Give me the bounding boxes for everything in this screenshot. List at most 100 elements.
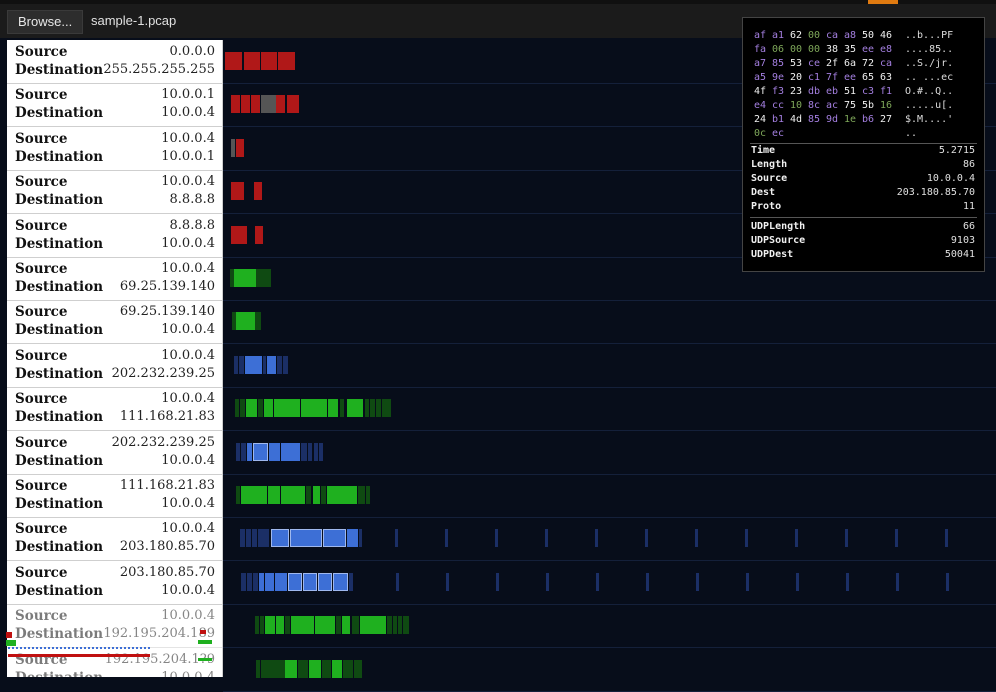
packet-block[interactable] xyxy=(254,182,262,200)
packet-block[interactable] xyxy=(896,573,899,591)
packet-block[interactable] xyxy=(354,660,362,678)
packet-block[interactable] xyxy=(239,182,244,200)
packet-block[interactable] xyxy=(546,573,549,591)
packet-block[interactable] xyxy=(398,616,402,634)
packet-block[interactable] xyxy=(322,660,331,678)
packet-block[interactable] xyxy=(291,443,300,461)
packet-block[interactable] xyxy=(245,356,253,374)
packet-block[interactable] xyxy=(275,573,287,591)
packet-block[interactable] xyxy=(276,95,285,113)
packet-block[interactable] xyxy=(945,529,948,547)
conversation-row[interactable]: Source 10.0.0.4 Destination 69.25.139.140 xyxy=(7,257,222,301)
conversation-row[interactable]: Source 10.0.0.4 Destination 203.180.85.70 xyxy=(7,517,222,561)
packet-block[interactable] xyxy=(269,443,280,461)
packet-block[interactable] xyxy=(333,573,348,591)
packet-block[interactable] xyxy=(303,573,317,591)
packet-block[interactable] xyxy=(495,529,498,547)
packet-block[interactable] xyxy=(259,573,264,591)
packet-block[interactable] xyxy=(231,95,240,113)
packet-block[interactable] xyxy=(365,399,369,417)
packet-block[interactable] xyxy=(278,52,295,70)
packet-block[interactable] xyxy=(347,529,358,547)
packet-block[interactable] xyxy=(301,443,307,461)
conversation-row[interactable]: Source 10.0.0.4 Destination 10.0.0.1 xyxy=(7,127,222,171)
packet-block[interactable] xyxy=(241,95,250,113)
packet-block[interactable] xyxy=(308,443,312,461)
packet-block[interactable] xyxy=(236,443,240,461)
packet-block[interactable] xyxy=(895,529,898,547)
packet-block[interactable] xyxy=(261,660,285,678)
packet-block[interactable] xyxy=(253,356,262,374)
packet-block[interactable] xyxy=(796,573,799,591)
packet-block[interactable] xyxy=(403,616,409,634)
packet-block[interactable] xyxy=(328,399,338,417)
packet-block[interactable] xyxy=(281,486,305,504)
packet-block[interactable] xyxy=(253,443,268,461)
packet-block[interactable] xyxy=(395,529,398,547)
packet-block[interactable] xyxy=(255,226,263,244)
packet-block[interactable] xyxy=(255,616,259,634)
packet-block[interactable] xyxy=(301,399,327,417)
packet-block[interactable] xyxy=(359,529,362,547)
conversation-row[interactable]: Source 10.0.0.1 Destination 10.0.0.4 xyxy=(7,83,222,127)
packet-block[interactable] xyxy=(646,573,649,591)
conversation-row[interactable]: Source 10.0.0.4 Destination 111.168.21.83 xyxy=(7,387,222,431)
packet-block[interactable] xyxy=(366,486,370,504)
packet-block[interactable] xyxy=(446,573,449,591)
packet-block[interactable] xyxy=(309,660,321,678)
packet-block[interactable] xyxy=(387,399,391,417)
packet-block[interactable] xyxy=(251,95,260,113)
packet-block[interactable] xyxy=(231,226,239,244)
conversation-row[interactable]: Source 203.180.85.70 Destination 10.0.0.4 xyxy=(7,561,222,605)
packet-block[interactable] xyxy=(314,443,318,461)
packet-block[interactable] xyxy=(234,269,242,287)
packet-block[interactable] xyxy=(340,399,344,417)
packet-block[interactable] xyxy=(290,529,322,547)
packet-block[interactable] xyxy=(267,356,276,374)
conversation-row[interactable]: Source 69.25.139.140 Destination 10.0.0.4 xyxy=(7,300,222,344)
packet-block[interactable] xyxy=(745,529,748,547)
packet-block[interactable] xyxy=(239,356,244,374)
packet-block[interactable] xyxy=(225,52,242,70)
packet-block[interactable] xyxy=(253,573,258,591)
packet-block[interactable] xyxy=(241,443,246,461)
packet-block[interactable] xyxy=(240,399,245,417)
browse-button[interactable]: Browse... xyxy=(7,10,84,34)
packet-block[interactable] xyxy=(239,226,247,244)
packet-block[interactable] xyxy=(285,660,297,678)
packet-block[interactable] xyxy=(846,573,849,591)
packet-block[interactable] xyxy=(291,616,314,634)
packet-block[interactable] xyxy=(695,529,698,547)
packet-block[interactable] xyxy=(360,616,386,634)
packet-block[interactable] xyxy=(319,443,323,461)
packet-block[interactable] xyxy=(252,529,257,547)
packet-block[interactable] xyxy=(277,356,282,374)
conversation-row[interactable]: Source 0.0.0.0 Destination 255.255.255.255 xyxy=(7,40,222,84)
packet-block[interactable] xyxy=(236,486,240,504)
packet-block[interactable] xyxy=(342,616,350,634)
packet-block[interactable] xyxy=(271,529,289,547)
packet-block[interactable] xyxy=(265,616,275,634)
packet-block[interactable] xyxy=(343,660,353,678)
packet-block[interactable] xyxy=(258,399,263,417)
packet-block[interactable] xyxy=(332,660,342,678)
packet-block[interactable] xyxy=(545,529,548,547)
packet-block[interactable] xyxy=(260,616,264,634)
packet-block[interactable] xyxy=(242,269,256,287)
packet-block[interactable] xyxy=(396,573,399,591)
packet-block[interactable] xyxy=(255,312,261,330)
packet-block[interactable] xyxy=(263,356,266,374)
packet-block[interactable] xyxy=(241,573,246,591)
packet-block[interactable] xyxy=(318,573,332,591)
packet-block[interactable] xyxy=(281,443,291,461)
packet-block[interactable] xyxy=(236,312,255,330)
packet-block[interactable] xyxy=(327,486,357,504)
packet-block[interactable] xyxy=(261,52,277,70)
packet-block[interactable] xyxy=(263,269,271,287)
conversation-row[interactable]: Source 202.232.239.25 Destination 10.0.0.4 xyxy=(7,431,222,475)
packet-block[interactable] xyxy=(288,573,302,591)
packet-block[interactable] xyxy=(287,95,299,113)
packet-block[interactable] xyxy=(313,486,320,504)
packet-block[interactable] xyxy=(246,399,257,417)
packet-block[interactable] xyxy=(370,399,375,417)
